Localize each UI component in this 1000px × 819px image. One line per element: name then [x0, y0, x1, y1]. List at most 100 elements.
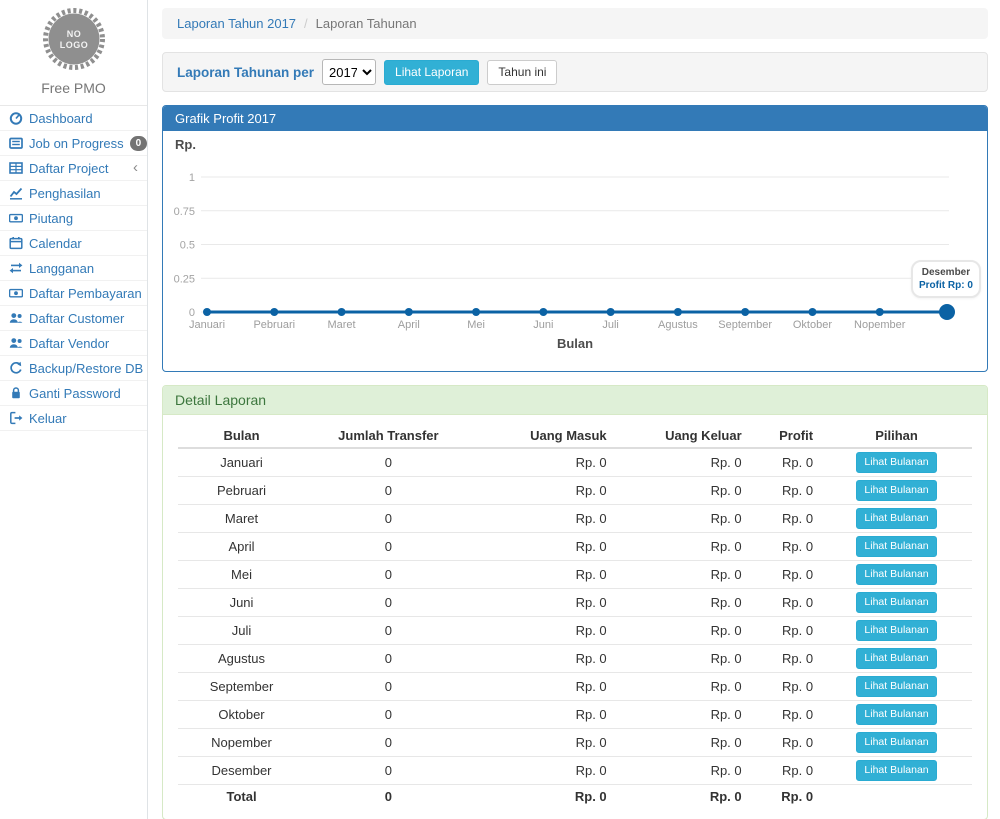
lihat-bulanan-button[interactable]: Lihat Bulanan [856, 732, 936, 753]
cell-jumlah-transfer: 0 [305, 729, 472, 757]
cell-bulan: Juli [178, 617, 305, 645]
lihat-bulanan-button[interactable]: Lihat Bulanan [856, 508, 936, 529]
column-header-jumlah-transfer: Jumlah Transfer [305, 424, 472, 448]
profit-line-chart[interactable]: 00.250.50.751Rp.BulanJanuariPebruariMare… [163, 131, 987, 371]
chart-point-oktober[interactable] [808, 308, 816, 316]
cell-profit: Rp. 0 [750, 729, 821, 757]
cell-pilihan: Lihat Bulanan [821, 701, 972, 729]
cell-uang-keluar: Rp. 0 [615, 533, 750, 561]
table-row: September0Rp. 0Rp. 0Rp. 0Lihat Bulanan [178, 673, 972, 701]
cell-uang-keluar: Rp. 0 [615, 561, 750, 589]
sidebar-item-calendar[interactable]: Calendar [0, 231, 147, 256]
cell-pilihan: Lihat Bulanan [821, 448, 972, 477]
calendar-icon [9, 236, 23, 250]
chart-point-nopember[interactable] [876, 308, 884, 316]
table-icon [9, 161, 23, 175]
y-tick-label: 0.75 [174, 206, 195, 218]
sidebar-item-langganan[interactable]: Langganan [0, 256, 147, 281]
cell-pilihan: Lihat Bulanan [821, 673, 972, 701]
chart-point-april[interactable] [405, 308, 413, 316]
breadcrumb: Laporan Tahun 2017 / Laporan Tahunan [162, 8, 988, 39]
sidebar-item-label: Daftar Vendor [29, 336, 109, 351]
refresh-icon [9, 361, 23, 375]
cell-bulan: Total [178, 785, 305, 809]
year-select[interactable]: 2017 [322, 59, 376, 85]
sidebar-item-ganti-password[interactable]: Ganti Password [0, 381, 147, 406]
lihat-laporan-button[interactable]: Lihat Laporan [384, 60, 479, 85]
table-row: Juni0Rp. 0Rp. 0Rp. 0Lihat Bulanan [178, 589, 972, 617]
sidebar-item-daftar-vendor[interactable]: Daftar Vendor [0, 331, 147, 356]
sidebar-item-backup-restore-db[interactable]: Backup/Restore DB [0, 356, 147, 381]
cell-uang-masuk: Rp. 0 [472, 757, 615, 785]
lihat-bulanan-button[interactable]: Lihat Bulanan [856, 452, 936, 473]
chart-point-mei[interactable] [472, 308, 480, 316]
count-badge: 0 [130, 136, 148, 151]
brand-name: Free PMO [0, 80, 147, 96]
sidebar-item-label: Ganti Password [29, 386, 121, 401]
cell-uang-masuk: Rp. 0 [472, 729, 615, 757]
cell-uang-masuk: Rp. 0 [472, 448, 615, 477]
lihat-bulanan-button[interactable]: Lihat Bulanan [856, 620, 936, 641]
chart-point-juni[interactable] [539, 308, 547, 316]
detail-report-table: BulanJumlah TransferUang MasukUang Kelua… [178, 424, 972, 809]
cell-profit: Rp. 0 [750, 505, 821, 533]
column-header-profit: Profit [750, 424, 821, 448]
tooltip-value: Profit Rp: 0 [919, 279, 973, 292]
table-row: Mei0Rp. 0Rp. 0Rp. 0Lihat Bulanan [178, 561, 972, 589]
money-icon [9, 286, 23, 300]
cell-uang-keluar: Rp. 0 [615, 505, 750, 533]
sidebar-item-job-on-progress[interactable]: Job on Progress0 [0, 131, 147, 156]
cell-bulan: Nopember [178, 729, 305, 757]
sidebar-item-label: Daftar Project [29, 161, 108, 176]
column-header-uang-keluar: Uang Keluar [615, 424, 750, 448]
sidebar-menu: DashboardJob on Progress0 Daftar Project ‹… [0, 106, 147, 431]
sidebar-item-daftar-project[interactable]: Daftar Project ‹ [0, 156, 147, 181]
chart-panel-title: Grafik Profit 2017 [163, 106, 987, 131]
table-row: Pebruari0Rp. 0Rp. 0Rp. 0Lihat Bulanan [178, 477, 972, 505]
detail-report-panel: Detail Laporan BulanJumlah TransferUang … [162, 385, 988, 819]
cell-jumlah-transfer: 0 [305, 505, 472, 533]
sidebar-item-piutang[interactable]: Piutang [0, 206, 147, 231]
chevron-left-icon: ‹ [133, 162, 138, 174]
cell-profit: Rp. 0 [750, 448, 821, 477]
cell-uang-masuk: Rp. 0 [472, 617, 615, 645]
chart-point-januari[interactable] [203, 308, 211, 316]
cell-profit: Rp. 0 [750, 561, 821, 589]
chart-point-pebruari[interactable] [270, 308, 278, 316]
cell-uang-keluar: Rp. 0 [615, 785, 750, 809]
table-row: Nopember0Rp. 0Rp. 0Rp. 0Lihat Bulanan [178, 729, 972, 757]
x-tick-label: Mei [467, 319, 485, 331]
brand-logo-link[interactable]: NO LOGO Free PMO [0, 0, 147, 106]
dashboard-icon [9, 111, 23, 125]
cell-jumlah-transfer: 0 [305, 589, 472, 617]
lihat-bulanan-button[interactable]: Lihat Bulanan [856, 592, 936, 613]
chart-point-september[interactable] [741, 308, 749, 316]
lihat-bulanan-button[interactable]: Lihat Bulanan [856, 704, 936, 725]
cell-uang-masuk: Rp. 0 [472, 701, 615, 729]
tahun-ini-button[interactable]: Tahun ini [487, 60, 557, 85]
chart-point-agustus[interactable] [674, 308, 682, 316]
lihat-bulanan-button[interactable]: Lihat Bulanan [856, 648, 936, 669]
y-tick-label: 1 [189, 172, 195, 184]
lihat-bulanan-button[interactable]: Lihat Bulanan [856, 536, 936, 557]
lihat-bulanan-button[interactable]: Lihat Bulanan [856, 676, 936, 697]
lihat-bulanan-button[interactable]: Lihat Bulanan [856, 564, 936, 585]
chart-point-desember[interactable] [939, 304, 955, 320]
cell-jumlah-transfer: 0 [305, 448, 472, 477]
lihat-bulanan-button[interactable]: Lihat Bulanan [856, 760, 936, 781]
breadcrumb-parent-link[interactable]: Laporan Tahun 2017 [177, 16, 296, 31]
logo-text-line2: LOGO [59, 40, 88, 50]
chart-area: 00.250.50.751Rp.BulanJanuariPebruariMare… [163, 131, 987, 371]
chart-point-juli[interactable] [607, 308, 615, 316]
sidebar-item-keluar[interactable]: Keluar [0, 406, 147, 431]
sidebar-item-penghasilan[interactable]: Penghasilan [0, 181, 147, 206]
sidebar-item-daftar-customer[interactable]: Daftar Customer [0, 306, 147, 331]
chart-point-maret[interactable] [338, 308, 346, 316]
sidebar-item-daftar-pembayaran[interactable]: Daftar Pembayaran [0, 281, 147, 306]
cell-bulan: Pebruari [178, 477, 305, 505]
cell-bulan: Januari [178, 448, 305, 477]
lihat-bulanan-button[interactable]: Lihat Bulanan [856, 480, 936, 501]
cell-uang-masuk: Rp. 0 [472, 533, 615, 561]
sign-out-icon [9, 411, 23, 425]
sidebar-item-dashboard[interactable]: Dashboard [0, 106, 147, 131]
